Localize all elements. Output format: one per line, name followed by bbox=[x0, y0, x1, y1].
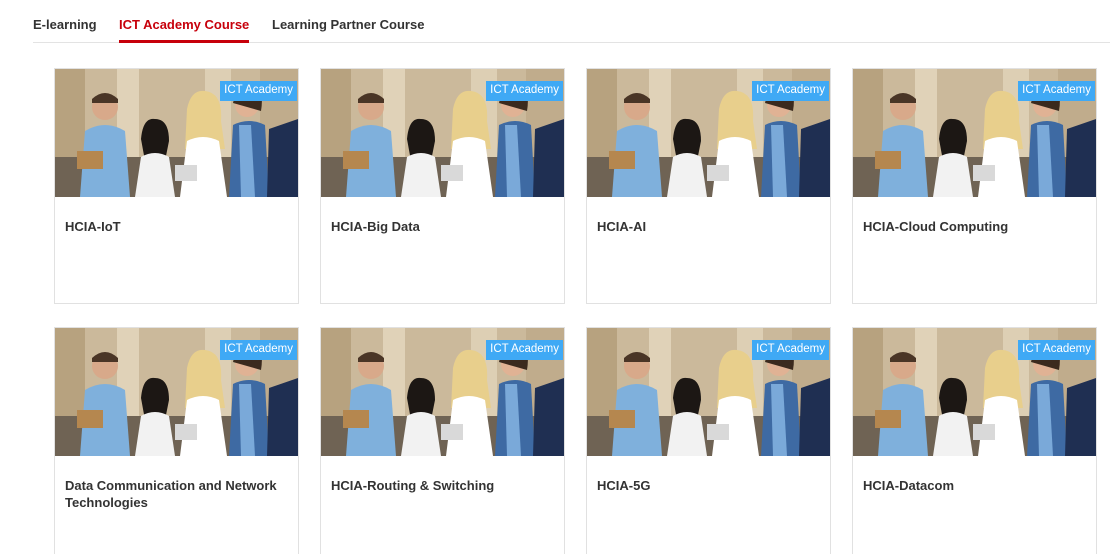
course-card[interactable]: ICT Academy HCIA-5G bbox=[586, 327, 831, 554]
course-title[interactable]: HCIA-IoT bbox=[65, 218, 290, 235]
course-card[interactable]: ICT Academy HCIA-IoT bbox=[54, 68, 299, 304]
tab-ict-academy-course[interactable]: ICT Academy Course bbox=[119, 17, 250, 43]
course-thumbnail: ICT Academy bbox=[587, 328, 830, 456]
course-thumbnail: ICT Academy bbox=[321, 69, 564, 197]
ict-academy-badge: ICT Academy bbox=[486, 340, 563, 360]
course-thumbnail: ICT Academy bbox=[321, 328, 564, 456]
course-card[interactable]: ICT Academy HCIA-Datacom bbox=[852, 327, 1097, 554]
ict-academy-badge: ICT Academy bbox=[752, 81, 829, 101]
ict-academy-badge: ICT Academy bbox=[486, 81, 563, 101]
tab-e-learning[interactable]: E-learning bbox=[33, 17, 97, 32]
course-title[interactable]: Data Communication and Network Technolog… bbox=[65, 477, 290, 511]
course-card[interactable]: ICT Academy Data Communication and Netwo… bbox=[54, 327, 299, 554]
course-card[interactable]: ICT Academy HCIA-AI bbox=[586, 68, 831, 304]
course-title[interactable]: HCIA-5G bbox=[597, 477, 822, 494]
course-thumbnail: ICT Academy bbox=[55, 69, 298, 197]
course-title[interactable]: HCIA-Big Data bbox=[331, 218, 556, 235]
course-title[interactable]: HCIA-Routing & Switching bbox=[331, 477, 556, 494]
course-thumbnail: ICT Academy bbox=[853, 69, 1096, 197]
course-title[interactable]: HCIA-AI bbox=[597, 218, 822, 235]
course-tabs: E-learning ICT Academy Course Learning P… bbox=[33, 0, 1110, 43]
course-thumbnail: ICT Academy bbox=[55, 328, 298, 456]
course-thumbnail: ICT Academy bbox=[587, 69, 830, 197]
course-thumbnail: ICT Academy bbox=[853, 328, 1096, 456]
ict-academy-badge: ICT Academy bbox=[220, 81, 297, 101]
tab-learning-partner-course[interactable]: Learning Partner Course bbox=[272, 17, 424, 32]
ict-academy-badge: ICT Academy bbox=[752, 340, 829, 360]
course-title[interactable]: HCIA-Cloud Computing bbox=[863, 218, 1088, 235]
course-card[interactable]: ICT Academy HCIA-Cloud Computing bbox=[852, 68, 1097, 304]
course-card[interactable]: ICT Academy HCIA-Routing & Switching bbox=[320, 327, 565, 554]
ict-academy-badge: ICT Academy bbox=[220, 340, 297, 360]
ict-academy-badge: ICT Academy bbox=[1018, 340, 1095, 360]
ict-academy-badge: ICT Academy bbox=[1018, 81, 1095, 101]
course-card[interactable]: ICT Academy HCIA-Big Data bbox=[320, 68, 565, 304]
course-page: E-learning ICT Academy Course Learning P… bbox=[0, 0, 1110, 554]
course-title[interactable]: HCIA-Datacom bbox=[863, 477, 1088, 494]
